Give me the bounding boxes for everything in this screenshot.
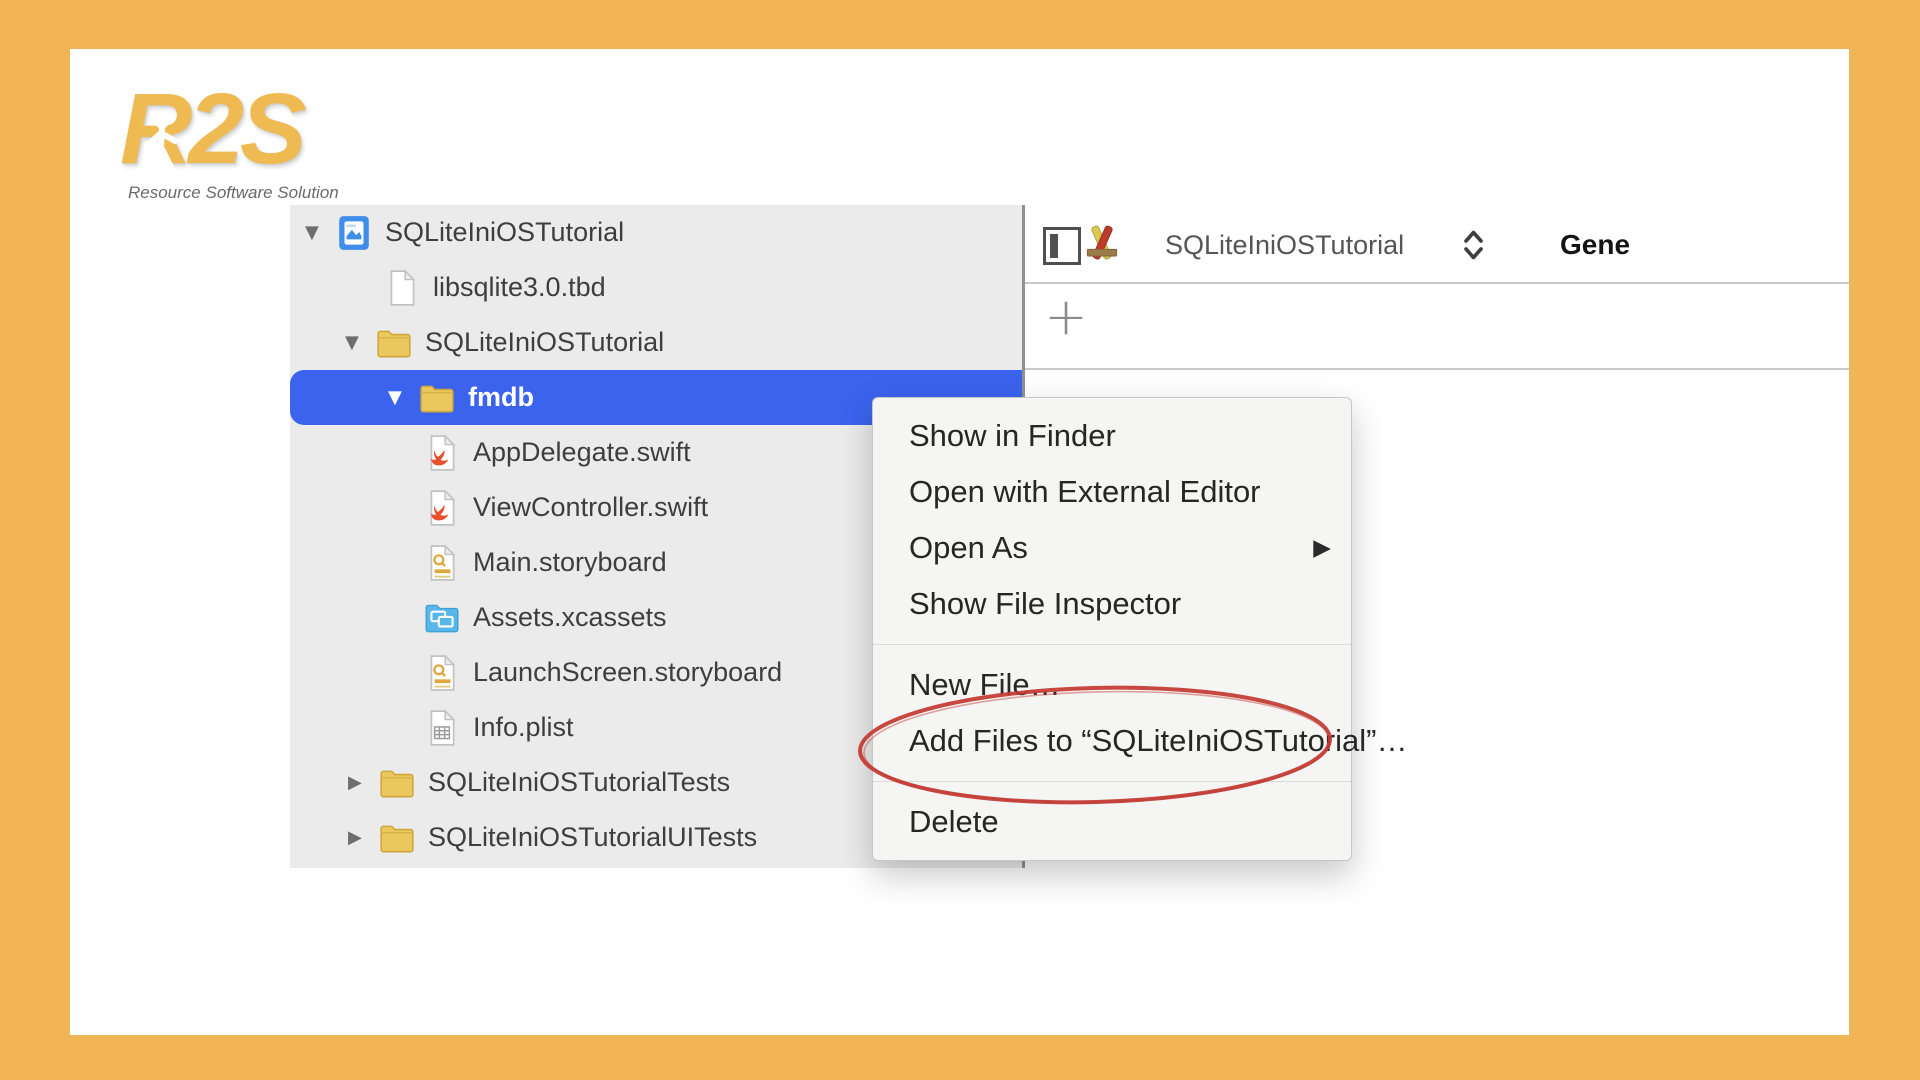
tree-row[interactable]: libsqlite3.0.tbd [290, 260, 1022, 315]
menu-item[interactable]: New File… [873, 657, 1351, 713]
tab-general[interactable]: Gene [1560, 229, 1630, 261]
menu-item[interactable]: Open with External Editor [873, 464, 1351, 520]
xcode-project-icon [335, 214, 373, 252]
folder-icon [378, 819, 416, 857]
jumpbar-divider [1025, 282, 1849, 284]
related-items-button[interactable] [1043, 227, 1081, 265]
add-item-button[interactable]: + [1036, 287, 1096, 347]
menu-item[interactable]: Open As ▶ [873, 520, 1351, 576]
tree-item-label: SQLiteIniOSTutorial [425, 327, 665, 357]
tree-item-label: SQLiteIniOSTutorial [385, 217, 625, 247]
menu-item[interactable]: Add Files to “SQLiteIniOSTutorial”… [873, 713, 1407, 769]
document-icon [383, 268, 421, 307]
tree-item-label: ViewController.swift [473, 492, 709, 522]
logo-person-icon [144, 117, 178, 170]
related-items-icon [1050, 234, 1058, 258]
storyboard-icon [423, 653, 461, 692]
tree-item-label: LaunchScreen.storyboard [473, 657, 783, 687]
menu-item[interactable]: Show in Finder [873, 408, 1351, 464]
swift-file-icon [423, 488, 461, 527]
content-area: R2S Resource Software Solution ▼ SQLiteIn… [70, 49, 1849, 1035]
tree-item-label: Main.storyboard [473, 547, 667, 577]
tree-item-label: libsqlite3.0.tbd [433, 272, 606, 302]
tree-item-label: Assets.xcassets [473, 602, 667, 632]
tree-item-label: fmdb [468, 382, 534, 412]
chevron-up-down-icon[interactable] [1460, 227, 1487, 263]
folder-icon [375, 324, 413, 362]
tree-row[interactable]: ▼ SQLiteIniOSTutorial [290, 315, 1022, 370]
plist-icon [423, 708, 461, 747]
menu-separator [873, 644, 1351, 645]
context-menu: Show in Finder Open with External Editor O… [872, 397, 1407, 861]
tree-row[interactable]: ▼ SQLiteIniOSTutorial [290, 205, 1022, 260]
menu-separator [873, 781, 1351, 782]
folder-icon [418, 379, 456, 417]
logo-tagline: Resource Software Solution [128, 183, 339, 202]
toolbar-divider [1025, 368, 1849, 370]
asset-catalog-icon [423, 599, 461, 637]
disclosure-triangle[interactable]: ▶ [348, 772, 378, 793]
menu-item[interactable]: Delete [873, 794, 1351, 850]
disclosure-triangle[interactable]: ▼ [388, 387, 418, 408]
storyboard-icon [423, 543, 461, 582]
disclosure-triangle[interactable]: ▶ [348, 827, 378, 848]
jumpbar-target-selector[interactable]: SQLiteIniOSTutorial [1165, 227, 1404, 263]
app-target-icon [1086, 225, 1118, 260]
menu-item[interactable]: Show File Inspector [873, 576, 1351, 632]
swift-file-icon [423, 433, 461, 472]
folder-icon [378, 764, 416, 802]
disclosure-triangle[interactable]: ▼ [345, 332, 375, 353]
submenu-arrow-icon: ▶ [1313, 535, 1331, 561]
tree-item-label: SQLiteIniOSTutorialUITests [428, 822, 758, 852]
disclosure-triangle[interactable]: ▼ [305, 222, 335, 243]
tree-item-label: Info.plist [473, 712, 574, 742]
tree-item-label: AppDelegate.swift [473, 437, 691, 467]
tree-item-label: SQLiteIniOSTutorialTests [428, 767, 731, 797]
outer-frame: { "window": { "frame_color": "#F1B557", … [0, 0, 1920, 1080]
